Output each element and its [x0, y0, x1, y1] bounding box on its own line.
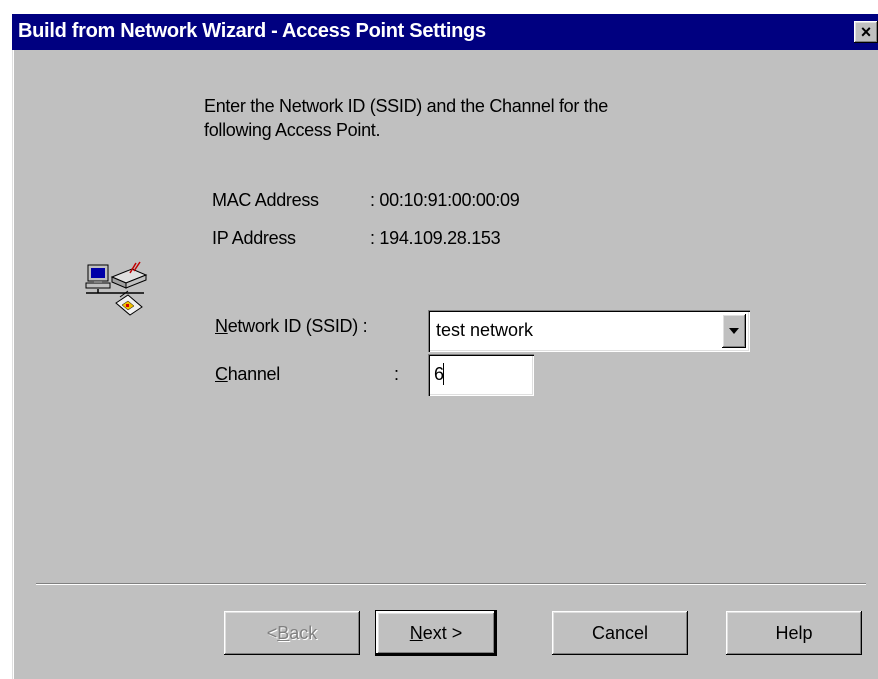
- mac-address-value: : 00:10:91:00:00:09: [370, 190, 520, 210]
- ip-address-label: IP Address: [212, 228, 296, 248]
- channel-input[interactable]: 6: [428, 354, 534, 396]
- ssid-label: Network ID (SSID) :: [215, 316, 368, 336]
- network-computers-icon: [85, 261, 148, 316]
- next-button[interactable]: Next >: [375, 610, 497, 656]
- back-button[interactable]: < Back: [224, 611, 360, 655]
- help-button[interactable]: Help: [726, 611, 862, 655]
- chevron-down-icon: [729, 328, 739, 334]
- wizard-dialog: Build from Network Wizard - Access Point…: [12, 14, 878, 679]
- instructions-line-2: following Access Point.: [204, 120, 381, 140]
- mac-address-label: MAC Address: [212, 190, 319, 210]
- separator-line: [36, 583, 866, 585]
- network-id-value: test network: [436, 320, 534, 340]
- network-id-combobox[interactable]: test network: [428, 310, 750, 352]
- close-icon: ×: [860, 22, 872, 42]
- cancel-button[interactable]: Cancel: [552, 611, 688, 655]
- channel-colon: :: [394, 364, 399, 384]
- window-title: Build from Network Wizard - Access Point…: [18, 20, 486, 42]
- title-bar: Build from Network Wizard - Access Point…: [12, 14, 878, 50]
- ip-address-value: : 194.109.28.153: [370, 228, 501, 248]
- channel-label: Channel: [215, 364, 280, 384]
- instructions-line-1: Enter the Network ID (SSID) and the Chan…: [204, 96, 608, 116]
- close-button[interactable]: ×: [854, 21, 878, 43]
- dropdown-button[interactable]: [722, 314, 746, 348]
- text-cursor: [443, 363, 444, 385]
